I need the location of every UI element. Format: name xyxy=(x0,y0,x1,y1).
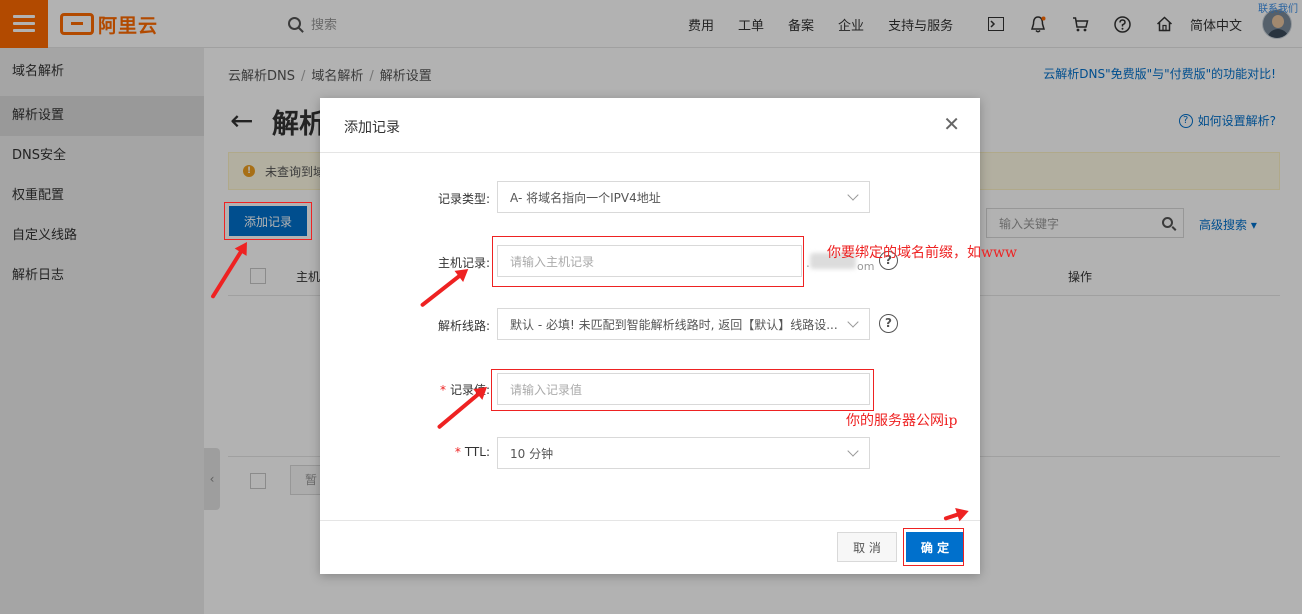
close-icon[interactable]: ✕ xyxy=(943,114,960,134)
annotation-box-add-record xyxy=(224,202,312,240)
ttl-value: 10 分钟 xyxy=(510,446,554,461)
dialog-footer-divider xyxy=(320,520,980,521)
cancel-button[interactable]: 取 消 xyxy=(837,532,897,562)
resolve-line-select[interactable]: 默认 - 必填! 未匹配到智能解析线路时, 返回【默认】线路设... xyxy=(497,308,870,340)
annotation-note-value: 你的服务器公网ip xyxy=(846,413,958,429)
dialog-title: 添加记录 xyxy=(344,120,400,136)
ttl-label-text: TTL: xyxy=(464,445,490,459)
record-value-label: * 记录值: xyxy=(439,383,490,397)
annotation-box-value xyxy=(491,369,874,411)
line-help-icon[interactable]: ? xyxy=(879,314,898,333)
resolve-line-label: 解析线路: xyxy=(437,319,490,333)
record-type-select[interactable]: A- 将域名指向一个IPV4地址 xyxy=(497,181,870,213)
add-record-dialog: 添加记录 ✕ 记录类型: A- 将域名指向一个IPV4地址 主机记录: 请输入主… xyxy=(320,98,980,574)
chevron-down-icon xyxy=(847,316,859,328)
dialog-divider xyxy=(320,152,980,153)
chevron-down-icon xyxy=(847,445,859,457)
ttl-select[interactable]: 10 分钟 xyxy=(497,437,870,469)
resolve-line-value: 默认 - 必填! 未匹配到智能解析线路时, 返回【默认】线路设... xyxy=(510,317,838,332)
annotation-note-host: 你要绑定的域名前缀，如www xyxy=(827,245,1017,261)
annotation-box-confirm xyxy=(903,528,964,566)
record-type-value: A- 将域名指向一个IPV4地址 xyxy=(510,190,661,205)
record-type-label: 记录类型: xyxy=(437,192,490,206)
chevron-down-icon xyxy=(847,189,859,201)
annotation-box-host xyxy=(492,236,804,287)
ttl-label: * TTL: xyxy=(454,445,490,459)
